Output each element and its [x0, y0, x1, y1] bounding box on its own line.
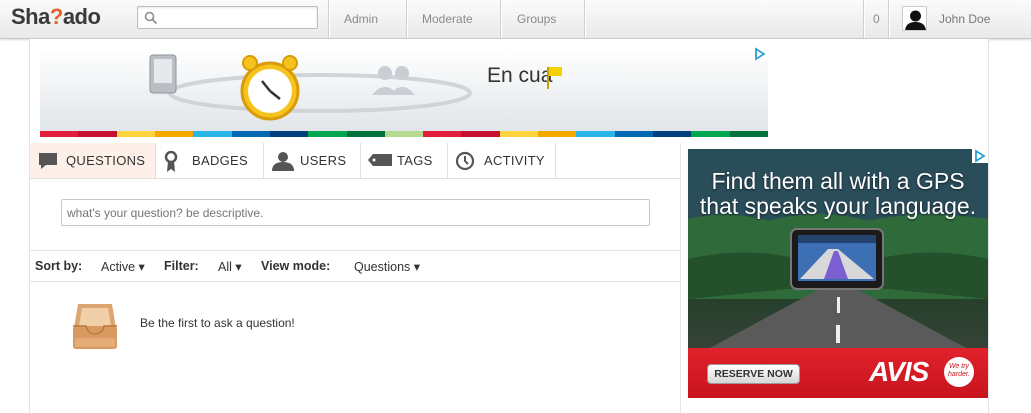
ad-headline-line-2: that speaks your language.	[699, 193, 977, 219]
banner-illustration	[149, 54, 472, 121]
nav-divider	[500, 0, 501, 38]
color-stripe	[499, 131, 539, 137]
avatar[interactable]	[902, 6, 927, 31]
user-icon	[272, 152, 294, 171]
nav-divider	[863, 0, 864, 38]
ribbon-icon	[164, 151, 178, 172]
empty-state-message: Be the first to ask a question!	[140, 316, 295, 330]
column-divider	[680, 143, 681, 413]
banner-ad[interactable]: En cua	[40, 47, 768, 137]
adchoices-icon[interactable]	[752, 47, 768, 61]
side-ad[interactable]: Find them all with a GPS that speaks you…	[688, 149, 988, 398]
logo-prefix: Sha	[11, 4, 50, 29]
user-name[interactable]: John Doe	[939, 12, 990, 26]
clock-icon	[455, 151, 475, 171]
color-stripe	[346, 131, 385, 137]
color-stripe	[576, 131, 615, 137]
color-stripe	[193, 131, 232, 137]
tab-tags[interactable]: TAGS	[361, 143, 448, 178]
user-silhouette-icon	[905, 10, 926, 30]
nav-divider	[584, 0, 585, 38]
notification-count[interactable]: 0	[873, 12, 880, 26]
view-mode-dropdown[interactable]: Questions ▾	[354, 259, 420, 274]
color-stripe	[231, 131, 270, 137]
banner-color-stripes	[40, 131, 768, 137]
tab-badges[interactable]: BADGES	[156, 143, 264, 178]
color-stripe	[78, 131, 117, 137]
speech-bubble-icon	[39, 153, 57, 169]
tag-icon	[368, 154, 392, 166]
search-input[interactable]	[137, 6, 318, 29]
nav-divider	[406, 0, 407, 38]
tab-activity[interactable]: ACTIVITY	[448, 143, 556, 178]
nav-divider	[888, 0, 889, 38]
color-stripe	[308, 131, 347, 137]
color-stripe	[269, 131, 309, 137]
divider	[30, 281, 680, 282]
reserve-now-button[interactable]: RESERVE NOW	[707, 364, 800, 384]
logo-suffix: ado	[62, 4, 101, 29]
tab-label: QUESTIONS	[66, 153, 146, 168]
tab-bar: QUESTIONS BADGES USERS TAGS ACTIVITY	[30, 143, 680, 179]
nav-admin[interactable]: Admin	[344, 12, 378, 26]
color-stripe	[461, 131, 500, 137]
divider	[30, 250, 680, 251]
sort-by-label: Sort by:	[35, 259, 83, 273]
logo-mark: ?	[49, 4, 63, 29]
color-stripe	[729, 131, 768, 137]
top-bar: Sha?ado Admin Moderate Groups 0 John Doe	[0, 0, 1031, 39]
logo[interactable]: Sha?ado	[11, 4, 101, 30]
inbox-tray-icon	[73, 304, 117, 349]
search-icon	[144, 11, 158, 25]
color-stripe	[40, 131, 79, 137]
nav-groups[interactable]: Groups	[517, 12, 556, 26]
tab-users[interactable]: USERS	[264, 143, 361, 178]
flag-icon	[547, 67, 562, 89]
color-stripe	[691, 131, 730, 137]
avis-logo: AVIS	[869, 356, 929, 387]
tab-label: USERS	[300, 153, 347, 168]
filter-label: Filter:	[164, 259, 199, 273]
color-stripe	[423, 131, 462, 137]
ad-headline: Find them all with a GPS that speaks you…	[688, 169, 988, 219]
nav-divider	[328, 0, 329, 38]
color-stripe	[538, 131, 577, 137]
tab-label: TAGS	[397, 153, 433, 168]
ask-question-input[interactable]	[61, 199, 650, 226]
color-stripe	[384, 131, 424, 137]
nav-moderate[interactable]: Moderate	[422, 12, 473, 26]
color-stripe	[653, 131, 692, 137]
banner-text: En cua	[487, 64, 553, 87]
color-stripe	[154, 131, 194, 137]
we-try-harder-seal: We try harder.	[944, 357, 974, 387]
sort-dropdown[interactable]: Active ▾	[101, 259, 145, 274]
color-stripe	[614, 131, 653, 137]
ad-headline-line-1: Find them all with a GPS	[711, 168, 965, 194]
view-mode-label: View mode:	[261, 259, 331, 273]
filter-dropdown[interactable]: All ▾	[218, 259, 242, 274]
tab-questions[interactable]: QUESTIONS	[30, 143, 156, 178]
color-stripe	[116, 131, 155, 137]
adchoices-icon[interactable]	[972, 149, 988, 163]
tab-label: BADGES	[192, 153, 248, 168]
tab-label: ACTIVITY	[484, 153, 545, 168]
